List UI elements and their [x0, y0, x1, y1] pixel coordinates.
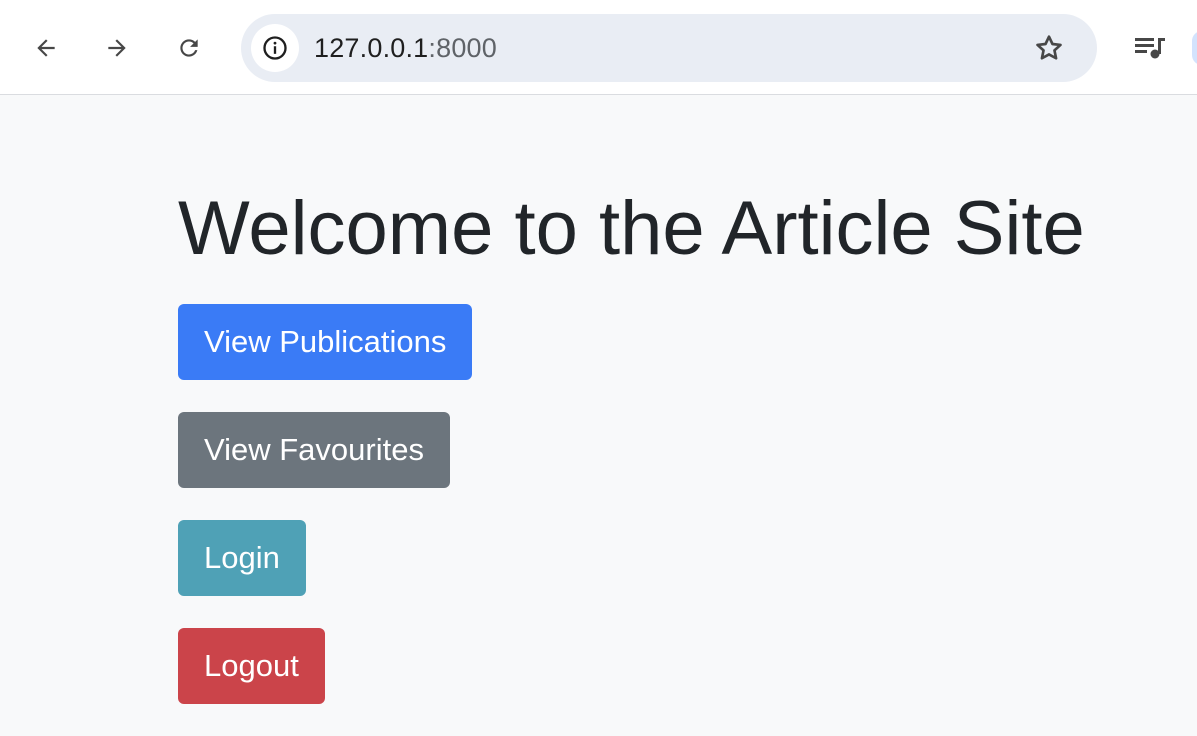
address-bar[interactable]: 127.0.0.1:8000	[241, 14, 1097, 82]
media-controls-button[interactable]	[1128, 28, 1172, 68]
login-button[interactable]: Login	[178, 520, 306, 596]
arrow-right-icon	[108, 39, 126, 57]
profile-avatar[interactable]	[1192, 31, 1197, 65]
arrow-left-icon	[37, 39, 55, 57]
logout-button[interactable]: Logout	[178, 628, 325, 704]
star-icon	[1036, 35, 1062, 60]
url-host: 127.0.0.1	[314, 33, 429, 63]
browser-toolbar: 127.0.0.1:8000	[0, 0, 1197, 95]
info-icon	[263, 36, 287, 60]
media-queue-icon	[1135, 38, 1165, 59]
reload-icon	[180, 39, 198, 57]
back-button[interactable]	[26, 28, 66, 68]
page-title: Welcome to the Article Site	[178, 186, 1085, 271]
url-port: :8000	[428, 33, 497, 63]
view-publications-button[interactable]: View Publications	[178, 304, 473, 380]
bookmark-button[interactable]	[1029, 28, 1069, 68]
view-favourites-button[interactable]: View Favourites	[178, 412, 450, 488]
forward-button[interactable]	[97, 28, 137, 68]
url-text[interactable]: 127.0.0.1:8000	[314, 14, 497, 82]
reload-button[interactable]	[169, 28, 209, 68]
site-info-button[interactable]	[251, 24, 299, 72]
